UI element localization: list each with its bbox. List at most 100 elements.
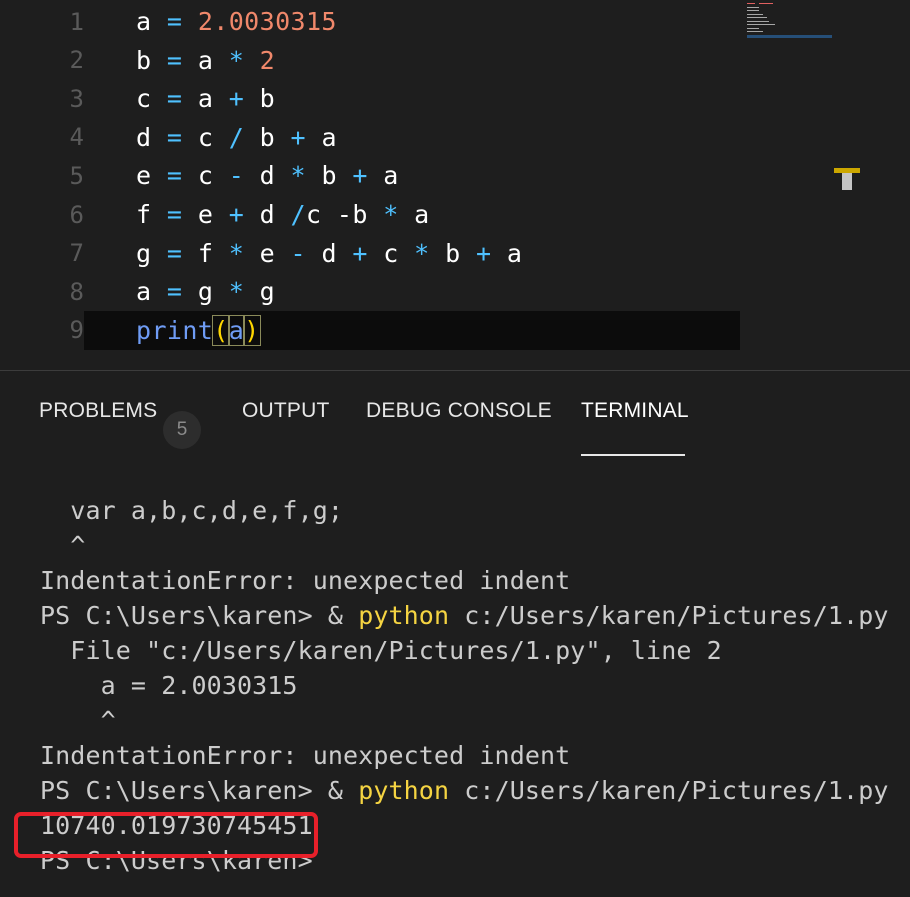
code-token: / <box>275 200 306 229</box>
code-token: f <box>197 238 214 268</box>
code-token: = <box>151 7 198 36</box>
code-text: print(a) <box>136 314 261 346</box>
code-text: e = c - d * b + a <box>136 161 399 190</box>
code-token: b <box>259 122 276 152</box>
code-token: - <box>275 238 322 268</box>
code-token: d <box>136 122 152 152</box>
tab-debug-console[interactable]: DEBUG CONSOLE <box>366 399 552 423</box>
code-token: b <box>136 45 152 75</box>
code-token: g <box>136 238 152 268</box>
terminal-line: PS C:\Users\karen> & python c:/Users/kar… <box>40 776 889 805</box>
tab-problems[interactable]: PROBLEMS <box>39 399 157 423</box>
code-token: c <box>197 161 214 191</box>
code-token: * <box>213 45 260 75</box>
code-token: = <box>151 45 198 75</box>
tab-output[interactable]: OUTPUT <box>242 399 330 423</box>
code-line[interactable]: 6 f = e + d /c -b * a <box>0 195 740 234</box>
code-editor[interactable]: 1a = 2.0030315 2 b = a * 23c = a + b4d = c… <box>0 0 910 370</box>
problems-count-badge: 5 <box>163 411 201 449</box>
minimap-slider[interactable] <box>747 35 832 38</box>
line-number: 1 <box>69 7 84 36</box>
line-number: 8 <box>69 277 84 306</box>
code-token: + <box>460 238 507 268</box>
code-token: b <box>352 200 368 229</box>
code-token: a <box>414 200 430 229</box>
code-token: d <box>321 238 337 268</box>
code-line[interactable]: 8 a = g * g <box>0 272 740 311</box>
code-token: a <box>506 238 523 268</box>
line-number: 6 <box>69 200 84 229</box>
code-token: c <box>197 122 214 152</box>
code-token: e <box>259 238 276 268</box>
code-token: e <box>136 161 152 191</box>
code-token: * <box>367 200 415 229</box>
code-text: a = g * g <box>136 277 275 306</box>
terminal-line: a = 2.0030315 <box>40 671 298 700</box>
code-token: ) <box>243 314 261 346</box>
code-token: d <box>259 200 276 229</box>
text-cursor-icon <box>834 168 860 190</box>
code-text: c = a + b <box>136 84 275 113</box>
code-line[interactable]: 3 c = a + b <box>0 79 740 118</box>
code-text: f = e + d /c -b * a <box>136 200 430 229</box>
line-number: 5 <box>69 161 84 190</box>
code-token: = <box>151 84 198 114</box>
code-token: f <box>136 200 152 229</box>
code-token: = <box>151 161 198 191</box>
code-token: b <box>321 161 337 191</box>
terminal-line: PS C:\Users\karen> & python c:/Users/kar… <box>40 601 889 630</box>
code-token: + <box>336 238 384 268</box>
code-token: a <box>227 314 246 346</box>
code-text: a = 2.0030315 <box>136 7 337 36</box>
code-token: = <box>151 238 198 268</box>
code-token: c <box>305 200 322 229</box>
code-token: print <box>136 315 214 345</box>
code-line[interactable]: 1 a = 2.0030315 <box>0 2 740 41</box>
code-token: * <box>275 161 322 191</box>
code-token: + <box>275 122 322 152</box>
terminal-line: var a,b,c,d,e,f,g; <box>40 496 344 525</box>
code-token: d <box>259 161 276 191</box>
code-token: c <box>383 238 399 268</box>
line-number: 7 <box>69 239 84 268</box>
code-token: + <box>336 161 384 191</box>
line-number: 2 <box>69 46 84 75</box>
code-token: a <box>197 45 214 75</box>
code-token: b <box>259 84 276 114</box>
code-line[interactable]: 9 print(a) <box>0 310 740 350</box>
code-line[interactable]: 4 d = c / b + a <box>0 118 740 157</box>
code-token: = <box>151 122 198 152</box>
code-token: c <box>136 84 152 114</box>
code-token: = <box>151 277 198 307</box>
code-token: + <box>213 84 260 114</box>
code-line[interactable]: 5 e = c - d * b + a <box>0 156 740 195</box>
active-tab-indicator <box>581 454 685 456</box>
panel-tabs: PROBLEMS 5 OUTPUT DEBUG CONSOLE TERMINAL <box>0 391 910 456</box>
code-token: + <box>213 200 260 229</box>
code-token: * <box>213 238 260 268</box>
line-number: 3 <box>69 84 84 113</box>
code-text: d = c / b + a <box>136 123 337 152</box>
code-token: - <box>321 200 353 229</box>
tab-terminal[interactable]: TERMINAL <box>581 399 689 423</box>
code-text: b = a * 2 <box>136 46 275 75</box>
code-token: e <box>197 200 214 229</box>
terminal-line: ^ <box>40 706 116 735</box>
code-token: ( <box>212 314 230 346</box>
code-line[interactable]: 7 g = f * e - d + c * b + a <box>0 234 740 273</box>
code-line[interactable]: 2b = a * 2 <box>0 41 740 80</box>
code-token: - <box>213 161 260 191</box>
highlight-box <box>14 812 318 858</box>
minimap[interactable] <box>745 0 835 40</box>
code-token: = <box>151 200 198 229</box>
code-token: 2 <box>259 45 276 75</box>
code-token: a <box>136 7 152 36</box>
code-token: a <box>136 277 152 307</box>
code-token: a <box>321 122 337 152</box>
code-token: * <box>398 238 446 268</box>
code-token: a <box>383 161 399 191</box>
terminal-line: IndentationError: unexpected indent <box>40 741 571 770</box>
code-token: * <box>213 277 260 307</box>
code-token: b <box>445 238 461 268</box>
code-token: g <box>197 277 214 307</box>
